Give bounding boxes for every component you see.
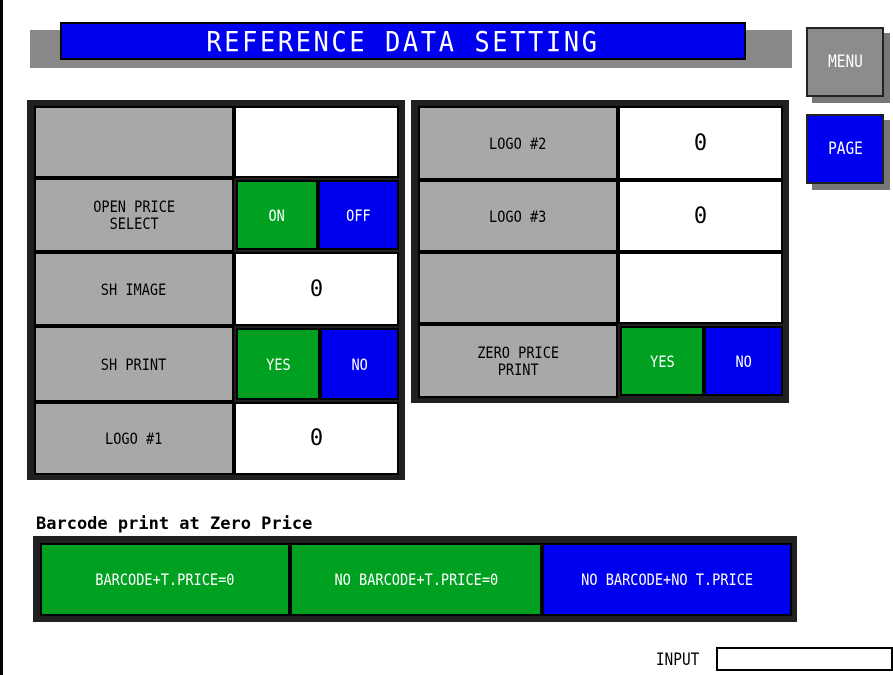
sh-image-label: SH IMAGE [34, 252, 234, 326]
page-button[interactable]: PAGE [806, 114, 884, 184]
logo1-value[interactable]: 0 [234, 402, 399, 475]
page-title-text: REFERENCE DATA SETTING [206, 24, 600, 58]
left-row1-label [34, 106, 234, 178]
zero-price-print-yes-button[interactable]: YES [620, 326, 704, 396]
logo2-label: LOGO #2 [418, 106, 618, 180]
zero-price-print-no-button[interactable]: NO [704, 326, 783, 396]
barcode-section-label: Barcode print at Zero Price [36, 514, 313, 534]
menu-button-label: MENU [827, 52, 863, 72]
logo3-label: LOGO #3 [418, 180, 618, 252]
barcode-option-barcode-tprice-zero[interactable]: BARCODE+T.PRICE=0 [40, 543, 290, 616]
input-label: INPUT [655, 650, 700, 670]
sh-print-yes-button[interactable]: YES [236, 328, 320, 400]
sh-print-label: SH PRINT [34, 326, 234, 402]
input-field[interactable] [716, 647, 893, 671]
right-row3-value[interactable] [618, 252, 783, 324]
logo1-label: LOGO #1 [34, 402, 234, 475]
left-row1-value[interactable] [234, 106, 399, 178]
page-button-label: PAGE [827, 139, 863, 159]
sh-image-value[interactable]: 0 [234, 252, 399, 326]
right-row3-label [418, 252, 618, 324]
menu-button[interactable]: MENU [806, 27, 884, 97]
logo2-value[interactable]: 0 [618, 106, 783, 180]
barcode-option-no-barcode-no-tprice[interactable]: NO BARCODE+NO T.PRICE [542, 543, 792, 616]
sh-print-no-button[interactable]: NO [320, 328, 399, 400]
open-price-off-button[interactable]: OFF [318, 180, 399, 250]
open-price-on-button[interactable]: ON [236, 180, 318, 250]
open-price-select-label: OPEN PRICE SELECT [34, 178, 234, 252]
left-border-line [0, 0, 3, 675]
zero-price-print-label: ZERO PRICE PRINT [418, 324, 618, 398]
logo3-value[interactable]: 0 [618, 180, 783, 252]
page-title: REFERENCE DATA SETTING [60, 22, 746, 60]
barcode-option-no-barcode-tprice-zero[interactable]: NO BARCODE+T.PRICE=0 [290, 543, 542, 616]
